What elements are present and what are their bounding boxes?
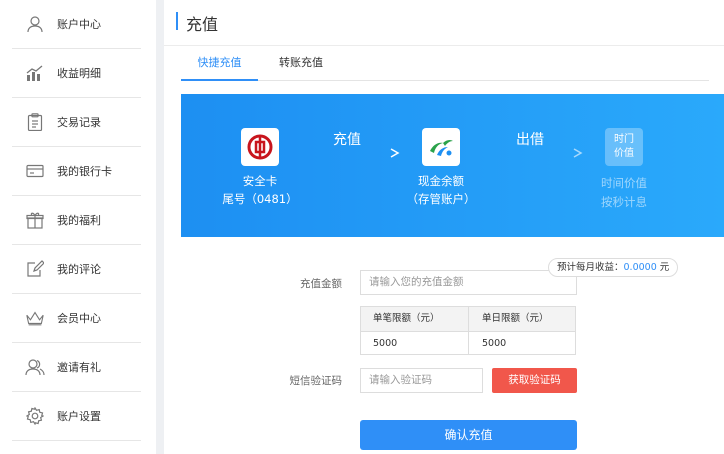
tip-value: 0.0000 (623, 262, 657, 273)
product-sub-label: 按秒计息 (601, 195, 647, 209)
sidebar-item-label: 邀请有礼 (57, 361, 101, 374)
tab-quick-recharge[interactable]: 快捷充值 (181, 46, 258, 81)
get-code-button[interactable]: 获取验证码 (492, 368, 577, 393)
title-accent (176, 12, 178, 30)
tip-unit: 元 (656, 262, 670, 273)
limit-table: 单笔限额（元） 单日限额（元） 5000 5000 (360, 306, 576, 355)
clipboard-icon (25, 112, 45, 132)
product-icon-line2: 价值 (614, 148, 634, 159)
sidebar-item-label: 我的银行卡 (57, 165, 112, 178)
sidebar-item-membership[interactable]: 会员中心 (12, 294, 141, 343)
confirm-recharge-button[interactable]: 确认充值 (360, 420, 577, 450)
sidebar-item-transactions[interactable]: 交易记录 (12, 98, 141, 147)
sidebar-item-label: 收益明细 (57, 67, 101, 80)
tab-bar: 快捷充值 转账充值 (181, 46, 709, 81)
cash-balance-logo-icon (422, 128, 460, 166)
amount-label: 充值金额 (300, 278, 342, 290)
gift-icon (25, 210, 45, 230)
sidebar-item-bank-cards[interactable]: 我的银行卡 (12, 147, 141, 196)
sidebar-item-earnings[interactable]: 收益明细 (12, 49, 141, 98)
sidebar-item-label: 我的评论 (57, 263, 101, 276)
balance-sub-label: （存管账户） (406, 192, 476, 206)
recharge-flow-banner: 安全卡 尾号（0481） 充值 现金余额 （存管账户） 出借 时门 价值 时间价… (181, 94, 724, 237)
credit-card-icon (25, 161, 45, 181)
product-icon-line1: 时门 (614, 134, 634, 145)
amount-input[interactable]: 请输入您的充值金额 (360, 270, 577, 295)
sidebar-item-comments[interactable]: 我的评论 (12, 245, 141, 294)
sms-code-label: 短信验证码 (289, 375, 343, 387)
users-icon (25, 357, 45, 377)
sidebar-item-settings[interactable]: 账户设置 (12, 392, 141, 441)
table-cell: 5000 (373, 338, 398, 349)
sidebar-item-account-center[interactable]: 账户中心 (12, 0, 141, 49)
crown-icon (25, 308, 45, 328)
balance-label: 现金余额 (418, 174, 464, 188)
sidebar-item-label: 账户设置 (57, 410, 101, 423)
card-label: 安全卡 (242, 174, 278, 188)
time-value-product-icon: 时门 价值 (605, 128, 643, 166)
tab-transfer-recharge[interactable]: 转账充值 (260, 46, 342, 81)
bank-logo-icon (241, 128, 279, 166)
step-recharge-label: 充值 (333, 132, 361, 148)
sms-code-input[interactable]: 请输入验证码 (360, 368, 483, 393)
sidebar-item-invite[interactable]: 邀请有礼 (12, 343, 141, 392)
sidebar-item-label: 账户中心 (57, 18, 101, 31)
tip-prefix: 预计每月收益： (557, 262, 624, 273)
table-header: 单笔限额（元） (361, 307, 468, 331)
table-cell: 5000 (468, 332, 575, 355)
main-panel: 充值 快捷充值 转账充值 安全卡 尾号（0481） 充值 现金余额 （存管账户）… (164, 0, 724, 454)
arrow-right-icon (301, 148, 400, 158)
sidebar-item-label: 交易记录 (57, 116, 101, 129)
table-header: 单日限额（元） (468, 307, 575, 331)
arrow-right-icon (484, 148, 583, 158)
user-icon (25, 14, 45, 34)
sidebar-item-label: 我的福利 (57, 214, 101, 227)
bar-chart-icon (25, 63, 45, 83)
edit-icon (25, 259, 45, 279)
card-tail-label: 尾号（0481） (222, 192, 298, 206)
page-title: 充值 (186, 15, 219, 34)
product-label: 时间价值 (601, 176, 647, 190)
page-header: 充值 (164, 0, 724, 46)
monthly-earnings-tip: 预计每月收益：0.0000 元 (548, 258, 679, 277)
sidebar-item-benefits[interactable]: 我的福利 (12, 196, 141, 245)
gear-icon (25, 406, 45, 426)
sidebar-item-label: 会员中心 (57, 312, 101, 325)
step-lend-label: 出借 (516, 132, 544, 148)
sidebar: 账户中心 收益明细 交易记录 我的银行卡 我的福利 我的评论 会员中心 邀请有礼… (0, 0, 156, 454)
